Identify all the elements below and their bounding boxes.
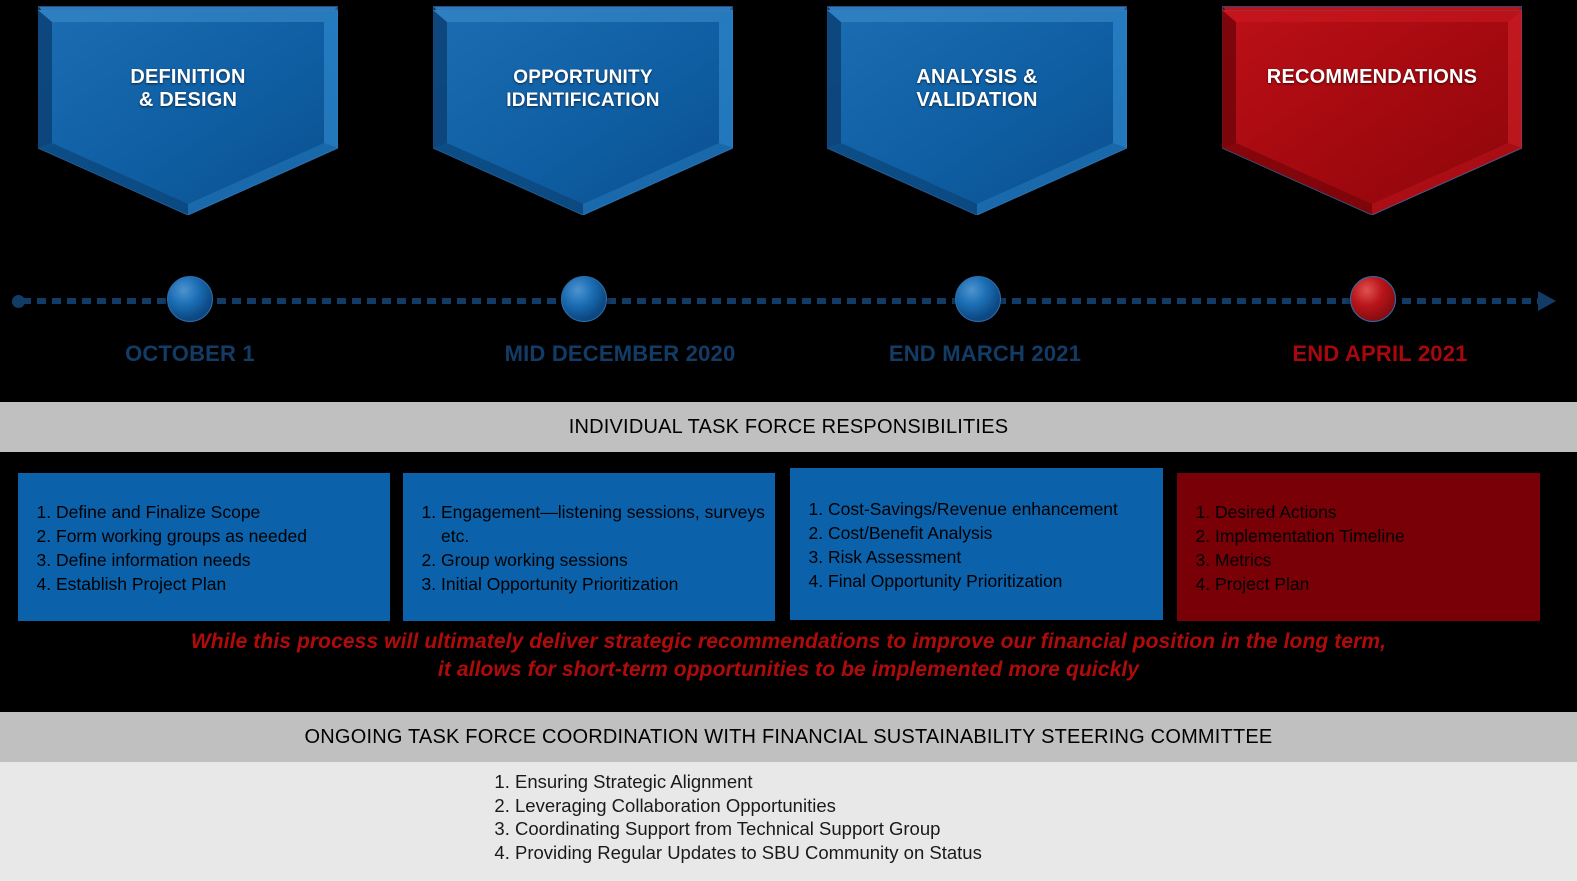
list-item: Metrics xyxy=(1215,548,1530,572)
timeline-arrow-icon xyxy=(1538,291,1556,311)
list-item: Establish Project Plan xyxy=(56,572,380,596)
step-3-chevron-shape xyxy=(826,9,1128,216)
list-item: Engagement—listening sessions, surveys e… xyxy=(441,500,765,548)
timeline xyxy=(0,276,1577,322)
step-2-title-line-1: OPPORTUNITY xyxy=(513,67,653,88)
responsibility-list-2: Engagement—listening sessions, surveys e… xyxy=(415,500,765,596)
step-1-title-line-2: & DESIGN xyxy=(138,89,238,111)
process-step-4[interactable]: STEP 4 RECOMMENDATIONS xyxy=(1221,6,1523,266)
callout-note: While this process will ultimately deliv… xyxy=(0,628,1577,684)
responsibility-box-2: Engagement—listening sessions, surveys e… xyxy=(403,473,775,621)
ongoing-coordination-list: Ensuring Strategic Alignment Leveraging … xyxy=(487,770,982,864)
step-1-chevron-shape xyxy=(37,9,339,216)
step-2-title-line-2: IDENTIFICATION xyxy=(506,90,660,111)
step-3-body: ANALYSIS & VALIDATION xyxy=(826,9,1128,216)
step-3-title: ANALYSIS & VALIDATION xyxy=(827,66,1127,112)
timeline-date-4: END APRIL 2021 xyxy=(1292,341,1468,366)
list-item: Initial Opportunity Prioritization xyxy=(441,572,765,596)
timeline-dotted-line xyxy=(22,298,1542,304)
list-item: Coordinating Support from Technical Supp… xyxy=(515,817,982,841)
list-item: Leveraging Collaboration Opportunities xyxy=(515,794,982,818)
list-item: Risk Assessment xyxy=(828,545,1153,569)
step-2-chevron-shape xyxy=(432,9,734,216)
list-item: Define information needs xyxy=(56,548,380,572)
responsibility-box-4: Desired Actions Implementation Timeline … xyxy=(1177,473,1540,621)
responsibility-box-3: Cost-Savings/Revenue enhancement Cost/Be… xyxy=(790,468,1163,620)
process-step-3[interactable]: STEP 3 ANALYSIS & VALIDATION xyxy=(826,6,1128,266)
step-2-title: OPPORTUNITY IDENTIFICATION xyxy=(433,66,733,112)
process-step-1[interactable]: STEP 1 DEFINITION & DESIGN xyxy=(37,6,339,266)
step-4-body: RECOMMENDATIONS xyxy=(1221,9,1523,216)
list-item: Providing Regular Updates to SBU Communi… xyxy=(515,841,982,865)
responsibility-list-3: Cost-Savings/Revenue enhancement Cost/Be… xyxy=(802,497,1153,593)
responsibility-list-1: Define and Finalize Scope Form working g… xyxy=(30,500,380,596)
step-3-title-line-1: ANALYSIS & xyxy=(916,66,1038,88)
ongoing-items: Ensuring Strategic Alignment Leveraging … xyxy=(487,770,982,864)
step-1-body: DEFINITION & DESIGN xyxy=(37,9,339,216)
step-1-title: DEFINITION & DESIGN xyxy=(38,66,338,112)
responsibility-box-1: Define and Finalize Scope Form working g… xyxy=(18,473,390,621)
list-item: Ensuring Strategic Alignment xyxy=(515,770,982,794)
banner-responsibilities-label: INDIVIDUAL TASK FORCE RESPONSIBILITIES xyxy=(568,415,1009,438)
callout-note-line-2: it allows for short-term opportunities t… xyxy=(437,658,1140,681)
timeline-date-1: OCTOBER 1 xyxy=(125,341,255,366)
banner-ongoing-label: ONGOING TASK FORCE COORDINATION WITH FIN… xyxy=(304,725,1273,748)
list-item: Desired Actions xyxy=(1215,500,1530,524)
timeline-node-4[interactable] xyxy=(1350,276,1396,322)
callout-note-line-1: While this process will ultimately deliv… xyxy=(190,630,1387,653)
timeline-node-3[interactable] xyxy=(955,276,1001,322)
step-1-title-line-1: DEFINITION xyxy=(130,66,246,88)
ongoing-coordination-panel: Ensuring Strategic Alignment Leveraging … xyxy=(0,762,1577,881)
banner-ongoing-coordination: ONGOING TASK FORCE COORDINATION WITH FIN… xyxy=(0,712,1577,762)
step-4-title-line-1: RECOMMENDATIONS xyxy=(1266,66,1478,88)
process-steps-row: STEP 1 DEFINITION & DESIGN xyxy=(0,0,1577,268)
list-item: Cost-Savings/Revenue enhancement xyxy=(828,497,1153,521)
timeline-node-2[interactable] xyxy=(561,276,607,322)
timeline-date-3: END MARCH 2021 xyxy=(888,341,1082,366)
timeline-node-1[interactable] xyxy=(167,276,213,322)
step-2-body: OPPORTUNITY IDENTIFICATION xyxy=(432,9,734,216)
banner-individual-responsibilities: INDIVIDUAL TASK FORCE RESPONSIBILITIES xyxy=(0,402,1577,452)
list-item: Cost/Benefit Analysis xyxy=(828,521,1153,545)
responsibility-list-4: Desired Actions Implementation Timeline … xyxy=(1189,500,1530,596)
list-item: Define and Finalize Scope xyxy=(56,500,380,524)
step-3-title-line-2: VALIDATION xyxy=(916,89,1038,111)
list-item: Form working groups as needed xyxy=(56,524,380,548)
step-4-title: RECOMMENDATIONS xyxy=(1222,66,1522,89)
list-item: Final Opportunity Prioritization xyxy=(828,569,1153,593)
list-item: Implementation Timeline xyxy=(1215,524,1530,548)
list-item: Project Plan xyxy=(1215,572,1530,596)
list-item: Group working sessions xyxy=(441,548,765,572)
step-4-chevron-shape xyxy=(1221,9,1523,216)
timeline-date-2: MID DECEMBER 2020 xyxy=(504,341,736,366)
process-step-2[interactable]: STEP 2 OPPORTUNITY IDENTIFICATION xyxy=(432,6,734,266)
